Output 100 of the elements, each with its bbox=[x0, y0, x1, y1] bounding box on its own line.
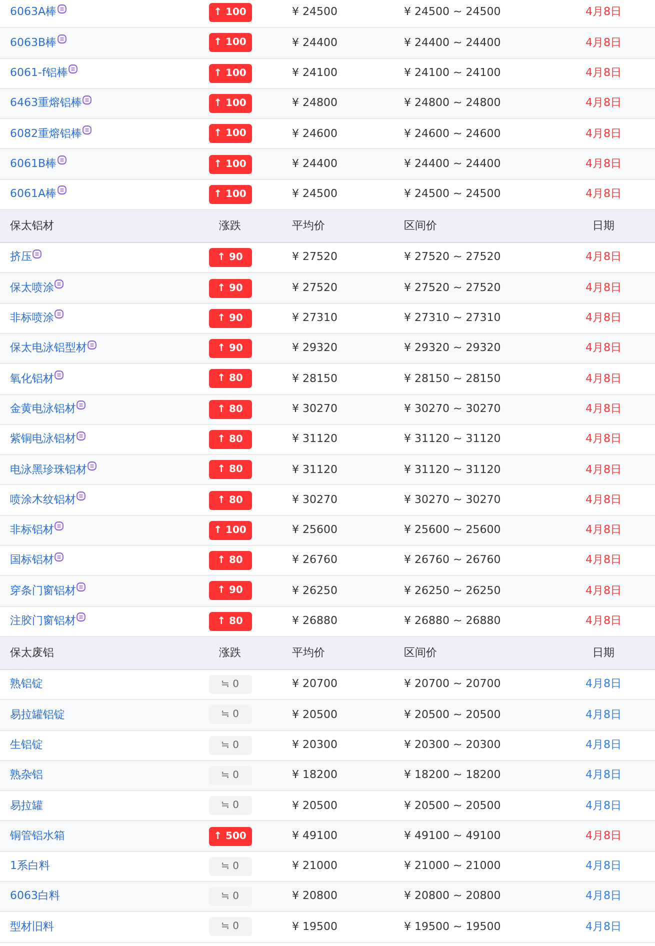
price-range: ¥ 24500 ~ 24500 bbox=[404, 187, 501, 200]
change-badge: ↑ 100 bbox=[208, 3, 252, 22]
date-text: 4月8日 bbox=[586, 311, 622, 324]
price-range: ¥ 24600 ~ 24600 bbox=[404, 126, 501, 140]
price-range: ¥ 26250 ~ 26250 bbox=[404, 584, 501, 597]
price-range: ¥ 29320 ~ 29320 bbox=[404, 341, 501, 354]
column-header: 涨跌 bbox=[218, 218, 242, 234]
average-price: ¥ 31120 bbox=[292, 432, 338, 446]
column-header: 平均价 bbox=[291, 218, 326, 234]
average-price: ¥ 18200 bbox=[292, 768, 338, 782]
price-range: ¥ 26880 ~ 26880 bbox=[404, 614, 501, 628]
average-price: ¥ 26250 bbox=[292, 584, 338, 597]
change-badge: ↑ 80 bbox=[208, 490, 252, 510]
average-price: ¥ 24100 bbox=[292, 66, 338, 79]
price-range: ¥ 26760 ~ 26760 bbox=[404, 553, 501, 566]
change-badge: ≒ 0 bbox=[208, 917, 252, 936]
price-range: ¥ 20500 ~ 20500 bbox=[404, 798, 501, 812]
date-text: 4月8日 bbox=[586, 553, 622, 566]
product-link[interactable]: 挤压 bbox=[10, 249, 32, 266]
change-badge: ↑ 100 bbox=[208, 184, 252, 204]
date-text: 4月8日 bbox=[586, 523, 622, 536]
price-range: ¥ 30270 ~ 30270 bbox=[404, 402, 501, 415]
product-link[interactable]: 熟杂铝 bbox=[10, 767, 43, 784]
date-text: 4月8日 bbox=[586, 859, 622, 872]
product-link[interactable]: 6082重熔铝棒 bbox=[10, 126, 82, 142]
price-range: ¥ 25600 ~ 25600 bbox=[404, 523, 501, 536]
price-range: ¥ 28150 ~ 28150 bbox=[404, 372, 501, 385]
price-range: ¥ 24100 ~ 24100 bbox=[404, 66, 501, 79]
date-text: 4月8日 bbox=[586, 677, 622, 690]
date-text: 4月8日 bbox=[586, 156, 622, 170]
change-badge: ≒ 0 bbox=[208, 675, 252, 694]
column-header: 平均价 bbox=[291, 644, 326, 661]
date-text: 4月8日 bbox=[586, 250, 622, 264]
change-badge: ↑ 90 bbox=[208, 308, 252, 328]
average-price: ¥ 24500 bbox=[292, 187, 338, 200]
product-link[interactable]: 6463重熔铝棒 bbox=[10, 95, 82, 112]
average-price: ¥ 24400 bbox=[292, 36, 338, 49]
change-badge: ↑ 80 bbox=[208, 551, 252, 570]
product-link[interactable]: 易拉罐 bbox=[10, 798, 43, 814]
average-price: ¥ 49100 bbox=[292, 828, 338, 842]
average-price: ¥ 27310 bbox=[292, 311, 338, 324]
average-price: ¥ 28150 bbox=[292, 372, 338, 385]
price-range: ¥ 30270 ~ 30270 bbox=[404, 492, 501, 506]
average-price: ¥ 29320 bbox=[292, 341, 338, 354]
price-range: ¥ 31120 ~ 31120 bbox=[404, 462, 501, 476]
product-link[interactable]: 注胶门窗铝材 bbox=[10, 613, 76, 630]
change-badge: ↑ 90 bbox=[208, 339, 252, 358]
price-range: ¥ 27520 ~ 27520 bbox=[404, 250, 501, 264]
product-link[interactable]: 型材旧料 bbox=[10, 918, 54, 936]
date-text: 4月8日 bbox=[586, 126, 622, 140]
column-header: 区间价 bbox=[403, 218, 438, 234]
column-header: 日期 bbox=[592, 218, 616, 234]
product-link[interactable]: 熟铝锭 bbox=[10, 676, 43, 693]
product-link[interactable]: 6063A棒 bbox=[10, 4, 57, 21]
product-link[interactable]: 6061-f铝棒 bbox=[10, 64, 68, 82]
product-link[interactable]: 电泳黑珍珠铝材 bbox=[10, 462, 87, 478]
date-text: 4月8日 bbox=[586, 828, 622, 842]
average-price: ¥ 24500 bbox=[292, 5, 338, 18]
product-link[interactable]: 非标铝材 bbox=[10, 522, 54, 539]
product-link[interactable]: 6063B棒 bbox=[10, 34, 57, 52]
average-price: ¥ 25600 bbox=[292, 523, 338, 536]
product-link[interactable]: 铜管铝水箱 bbox=[10, 828, 65, 844]
product-link[interactable]: 1系白料 bbox=[10, 858, 50, 875]
price-range: ¥ 24400 ~ 24400 bbox=[404, 36, 501, 49]
date-text: 4月8日 bbox=[586, 187, 622, 200]
product-link[interactable]: 氧化铝材 bbox=[10, 370, 54, 388]
product-link[interactable]: 易拉罐铝锭 bbox=[10, 706, 65, 724]
product-link[interactable]: 6063白料 bbox=[10, 888, 60, 905]
average-price: ¥ 26760 bbox=[292, 553, 338, 566]
price-range: ¥ 21000 ~ 21000 bbox=[404, 859, 501, 872]
date-text: 4月8日 bbox=[586, 341, 622, 354]
change-badge: ↑ 80 bbox=[208, 612, 252, 631]
change-badge: ↑ 100 bbox=[208, 94, 252, 114]
change-badge: ≒ 0 bbox=[208, 736, 252, 755]
change-badge: ↑ 80 bbox=[208, 369, 252, 388]
product-link[interactable]: 紫铜电泳铝材 bbox=[10, 431, 76, 448]
average-price: ¥ 19500 bbox=[292, 920, 338, 933]
date-text: 4月8日 bbox=[586, 36, 622, 49]
product-link[interactable]: 喷涂木纹铝材 bbox=[10, 492, 76, 508]
price-range: ¥ 20800 ~ 20800 bbox=[404, 889, 501, 902]
date-text: 4月8日 bbox=[586, 66, 622, 79]
product-link[interactable]: 生铝锭 bbox=[10, 736, 43, 754]
product-link[interactable]: 非标喷涂 bbox=[10, 310, 54, 327]
date-text: 4月8日 bbox=[586, 280, 622, 294]
product-link[interactable]: 6061B棒 bbox=[10, 156, 57, 172]
change-badge: ↑ 90 bbox=[208, 581, 252, 600]
product-link[interactable]: 金黄电泳铝材 bbox=[10, 400, 76, 418]
change-badge: ≒ 0 bbox=[208, 796, 252, 816]
average-price: ¥ 26880 bbox=[292, 614, 338, 628]
average-price: ¥ 24400 bbox=[292, 156, 338, 170]
product-link[interactable]: 穿条门窗铝材 bbox=[10, 582, 76, 600]
date-text: 4月8日 bbox=[586, 584, 622, 597]
product-link[interactable]: 保太电泳铝型材 bbox=[10, 340, 87, 357]
product-link[interactable]: 保太喷涂 bbox=[10, 280, 54, 296]
product-link[interactable]: 国标铝材 bbox=[10, 552, 54, 569]
average-price: ¥ 24600 bbox=[292, 126, 338, 140]
price-range: ¥ 27520 ~ 27520 bbox=[404, 280, 501, 294]
price-range: ¥ 24800 ~ 24800 bbox=[404, 96, 501, 110]
date-text: 4月8日 bbox=[586, 889, 622, 902]
product-link[interactable]: 6061A棒 bbox=[10, 186, 57, 203]
